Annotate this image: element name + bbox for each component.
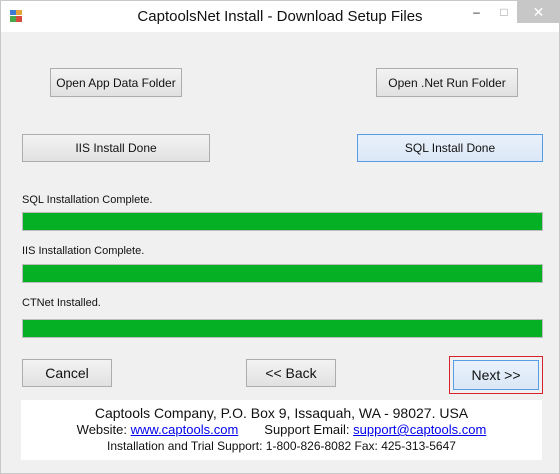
iis-install-done-button[interactable]: IIS Install Done xyxy=(22,134,210,162)
website-label: Website: xyxy=(76,422,127,437)
sql-status-label: SQL Installation Complete. xyxy=(22,194,153,206)
client-area: Open App Data Folder Open .Net Run Folde… xyxy=(9,32,552,464)
iis-progress-fill xyxy=(23,265,542,282)
minimize-button[interactable]: – xyxy=(462,1,491,23)
sql-install-done-button[interactable]: SQL Install Done xyxy=(357,134,543,162)
contact-footer: Captools Company, P.O. Box 9, Issaquah, … xyxy=(21,400,542,460)
next-button[interactable]: Next >> xyxy=(453,360,539,390)
ctnet-progress-fill xyxy=(23,320,542,337)
back-button[interactable]: << Back xyxy=(246,359,336,387)
support-phone-line: Installation and Trial Support: 1-800-82… xyxy=(107,439,456,453)
title-bar[interactable]: CaptoolsNet Install - Download Setup Fil… xyxy=(1,1,560,32)
sql-progress-bar xyxy=(22,212,543,231)
close-button[interactable]: ✕ xyxy=(517,1,560,23)
iis-status-label: IIS Installation Complete. xyxy=(22,245,145,257)
open-net-run-folder-button[interactable]: Open .Net Run Folder xyxy=(376,68,518,97)
sql-progress-fill xyxy=(23,213,542,230)
support-email-label: Support Email: xyxy=(264,422,350,437)
website-link[interactable]: www.captools.com xyxy=(131,422,239,437)
open-app-data-folder-button[interactable]: Open App Data Folder xyxy=(50,68,182,97)
ctnet-progress-bar xyxy=(22,319,543,338)
cancel-button[interactable]: Cancel xyxy=(22,359,112,387)
support-email-link[interactable]: support@captools.com xyxy=(353,422,486,437)
contact-line: Website: www.captools.com Support Email: … xyxy=(21,422,542,437)
ctnet-status-label: CTNet Installed. xyxy=(22,297,101,309)
maximize-button[interactable]: □ xyxy=(491,1,517,23)
installer-window: CaptoolsNet Install - Download Setup Fil… xyxy=(0,0,560,474)
company-address: Captools Company, P.O. Box 9, Issaquah, … xyxy=(94,405,469,421)
iis-progress-bar xyxy=(22,264,543,283)
